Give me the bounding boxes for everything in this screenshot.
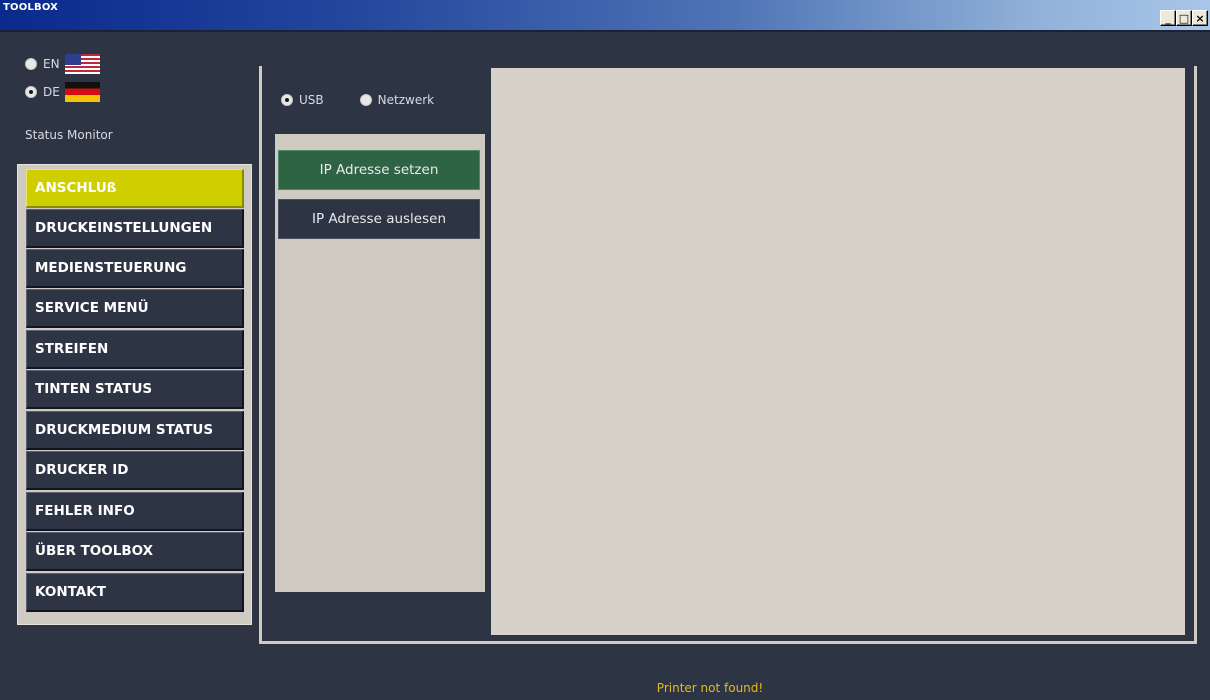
ip-adresse-setzen-button[interactable]: IP Adresse setzen: [278, 150, 480, 190]
radio-netzwerk[interactable]: [359, 94, 372, 106]
radio-de[interactable]: [25, 86, 37, 98]
radio-en[interactable]: [25, 58, 37, 70]
us-flag-icon: [65, 54, 100, 74]
connection-label-netzwerk: Netzwerk: [377, 93, 435, 107]
language-option-de[interactable]: DE: [25, 82, 100, 102]
sidebar-item-druckeinstellungen[interactable]: DRUCKEINSTELLUNGEN: [26, 209, 244, 248]
sidebar-item-druckmedium-status[interactable]: DRUCKMEDIUM STATUS: [26, 411, 244, 450]
sidebar-item-ueber-toolbox[interactable]: ÜBER TOOLBOX: [26, 532, 244, 571]
status-monitor-label: Status Monitor: [25, 128, 113, 142]
connection-type: USB Netzwerk: [281, 93, 434, 107]
de-flag-icon: [65, 82, 100, 102]
language-label-en: EN: [43, 57, 60, 71]
sidebar-item-mediensteuerung[interactable]: MEDIENSTEUERUNG: [26, 249, 244, 288]
action-panel: IP Adresse setzen IP Adresse auslesen: [275, 134, 485, 592]
sidebar-item-drucker-id[interactable]: DRUCKER ID: [26, 451, 244, 490]
sidebar-item-streifen[interactable]: STREIFEN: [26, 330, 244, 369]
connection-label-usb: USB: [299, 93, 324, 107]
toolbox-window: TOOLBOX _ □ × EN DE Status Monitor ANSCH…: [0, 0, 1210, 700]
language-option-en[interactable]: EN: [25, 54, 100, 74]
minimize-button[interactable]: _: [1160, 10, 1176, 26]
sidebar-item-tinten-status[interactable]: TINTEN STATUS: [26, 370, 244, 409]
radio-usb[interactable]: [281, 94, 293, 106]
window-title: TOOLBOX: [3, 2, 59, 13]
sidebar-item-kontakt[interactable]: KONTAKT: [26, 573, 244, 612]
close-button[interactable]: ×: [1192, 10, 1208, 26]
sidebar-item-anschluss[interactable]: ANSCHLUß: [26, 169, 244, 208]
title-bar[interactable]: TOOLBOX _ □ ×: [0, 0, 1210, 32]
content-area: [491, 68, 1185, 635]
sidebar-item-fehler-info[interactable]: FEHLER INFO: [26, 492, 244, 531]
language-label-de: DE: [43, 85, 60, 99]
sidebar-item-service-menu[interactable]: SERVICE MENÜ: [26, 289, 244, 328]
sidebar-nav: ANSCHLUß DRUCKEINSTELLUNGEN MEDIENSTEUER…: [17, 164, 252, 625]
window-controls: _ □ ×: [1160, 10, 1208, 26]
ip-adresse-auslesen-button[interactable]: IP Adresse auslesen: [278, 199, 480, 239]
maximize-button[interactable]: □: [1176, 10, 1192, 26]
status-message: Printer not found!: [656, 681, 764, 695]
